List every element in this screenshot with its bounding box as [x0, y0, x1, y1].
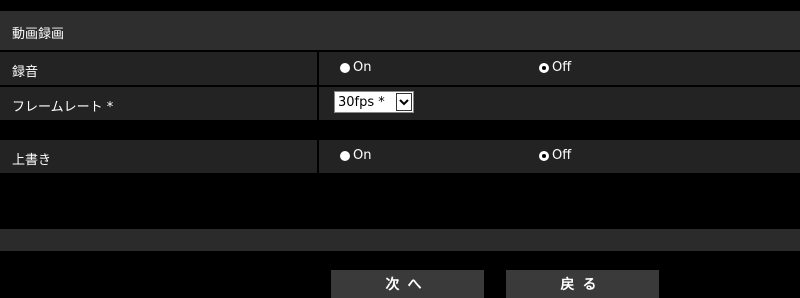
- overwrite-off-label: Off: [552, 148, 572, 163]
- audio-off-label: Off: [552, 60, 572, 75]
- overwrite-row: 上書き On Off: [0, 140, 800, 173]
- audio-on-label: On: [353, 60, 372, 75]
- audio-on-radio[interactable]: On: [340, 60, 371, 75]
- next-button[interactable]: 次へ: [331, 270, 484, 298]
- separator-band: [0, 229, 800, 251]
- audio-row: 録音 On Off: [0, 52, 800, 85]
- radio-selected-icon: [539, 62, 549, 73]
- section-title: 動画録画: [12, 27, 65, 42]
- audio-label: 録音: [12, 65, 39, 80]
- audio-label-cell: 録音: [0, 52, 317, 85]
- framerate-row: フレームレート * 30fps *: [0, 87, 800, 120]
- framerate-select[interactable]: 30fps *: [334, 91, 414, 113]
- framerate-select-value: 30fps *: [338, 94, 385, 110]
- overwrite-label-cell: 上書き: [0, 140, 317, 173]
- overwrite-off-radio[interactable]: Off: [539, 148, 571, 163]
- radio-selected-icon: [539, 150, 549, 161]
- framerate-label-cell: フレームレート *: [0, 87, 317, 120]
- radio-unselected-icon: [340, 62, 350, 73]
- overwrite-label: 上書き: [12, 153, 52, 168]
- radio-unselected-icon: [340, 150, 350, 161]
- framerate-label: フレームレート *: [12, 100, 114, 115]
- back-button[interactable]: 戻る: [506, 270, 659, 298]
- overwrite-on-radio[interactable]: On: [340, 148, 371, 163]
- chevron-down-icon[interactable]: [396, 93, 412, 111]
- section-header: 動画録画: [0, 11, 800, 51]
- overwrite-on-label: On: [353, 148, 372, 163]
- audio-off-radio[interactable]: Off: [539, 60, 571, 75]
